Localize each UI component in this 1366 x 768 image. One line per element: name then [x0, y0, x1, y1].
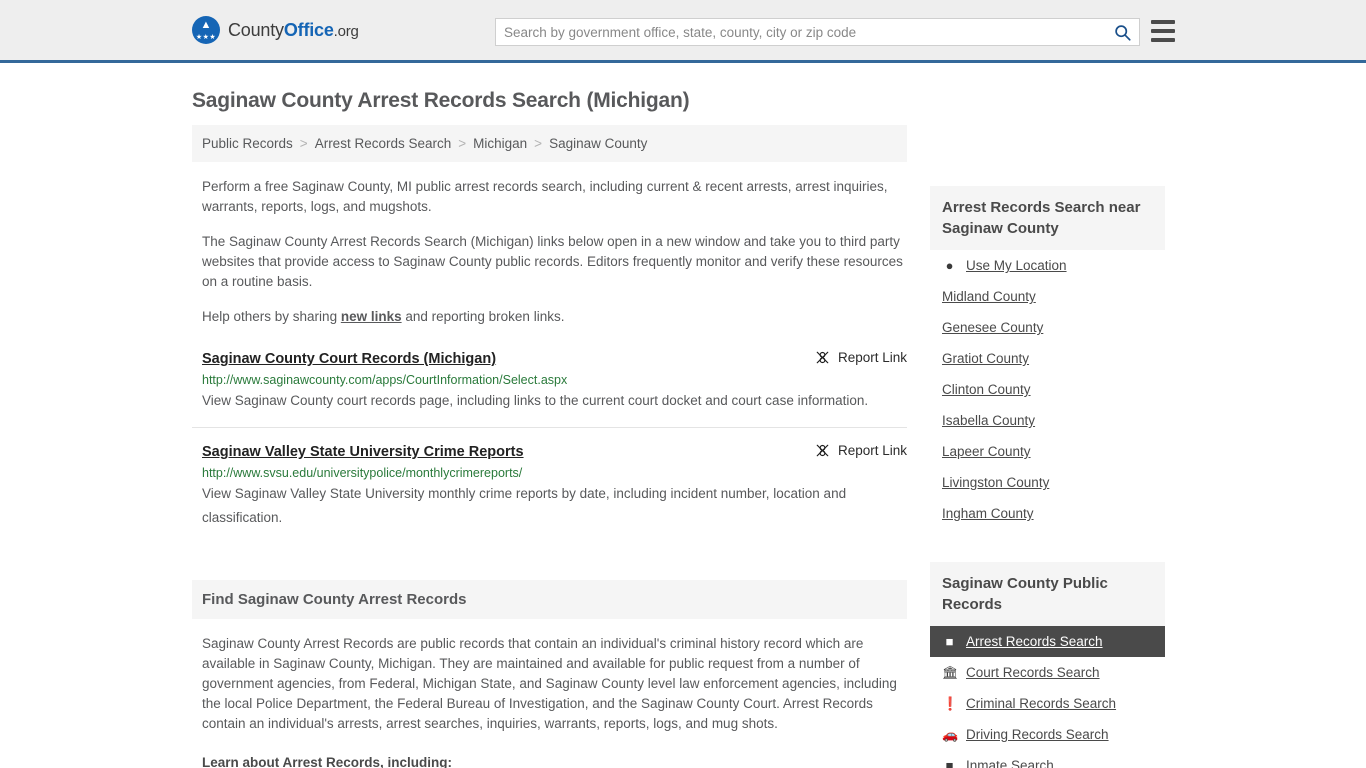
sidebar-item-label[interactable]: Court Records Search [966, 665, 1100, 680]
intro-paragraph-3: Help others by sharing new links and rep… [202, 307, 907, 327]
sidebar-near-list: ● Use My Location Midland County Genesee… [930, 250, 1165, 529]
sidebar-near-panel: Arrest Records Search near Saginaw Count… [930, 186, 1165, 529]
sidebar-public-records-list: ■ Arrest Records Search 🏛 Court Records … [930, 626, 1165, 768]
breadcrumb: Public Records > Arrest Records Search >… [192, 125, 907, 162]
share-text-after: and reporting broken links. [401, 309, 565, 324]
breadcrumb-separator: > [534, 136, 543, 151]
sidebar-item-clinton-county[interactable]: Clinton County [930, 374, 1165, 405]
result-item: Saginaw Valley State University Crime Re… [192, 442, 907, 544]
sidebar-near-heading: Arrest Records Search near Saginaw Count… [930, 186, 1165, 250]
result-title-link[interactable]: Saginaw Valley State University Crime Re… [202, 442, 524, 462]
result-item: Saginaw County Court Records (Michigan) … [192, 349, 907, 428]
sidebar-item-label[interactable]: Midland County [942, 289, 1036, 304]
search-input[interactable] [496, 19, 1105, 45]
sidebar-item-ingham-county[interactable]: Ingham County [930, 498, 1165, 529]
new-links-link[interactable]: new links [341, 309, 402, 324]
sidebar-item-criminal-records-search[interactable]: ❗ Criminal Records Search [930, 688, 1165, 719]
search-bar[interactable] [495, 18, 1140, 46]
sidebar-item-court-records-search[interactable]: 🏛 Court Records Search [930, 657, 1165, 688]
sidebar-item-label[interactable]: Gratiot County [942, 351, 1029, 366]
sidebar-item-genesee-county[interactable]: Genesee County [930, 312, 1165, 343]
sidebar: Arrest Records Search near Saginaw Count… [930, 63, 1165, 768]
intro-paragraph-1: Perform a free Saginaw County, MI public… [202, 179, 888, 214]
page-container: Saginaw County Arrest Records Search (Mi… [0, 63, 1366, 768]
result-title-link[interactable]: Saginaw County Court Records (Michigan) [202, 349, 496, 369]
share-text-before: Help others by sharing [202, 309, 341, 324]
main-content: Saginaw County Arrest Records Search (Mi… [192, 63, 907, 768]
sidebar-item-label[interactable]: Ingham County [942, 506, 1034, 521]
sidebar-item-arrest-records-search[interactable]: ■ Arrest Records Search [930, 626, 1165, 657]
sidebar-item-livingston-county[interactable]: Livingston County [930, 467, 1165, 498]
report-link-label: Report Link [837, 443, 907, 458]
page-title: Saginaw County Arrest Records Search (Mi… [192, 89, 690, 112]
search-icon [1114, 24, 1131, 41]
sidebar-item-gratiot-county[interactable]: Gratiot County [930, 343, 1165, 374]
map-pin-icon: ● [945, 258, 954, 273]
brand-text: CountyOffice.org [228, 20, 359, 41]
find-section-paragraph: Saginaw County Arrest Records are public… [202, 636, 897, 731]
report-link-button[interactable]: Report Link [815, 442, 907, 458]
site-header: ▲ ★★★ CountyOffice.org [0, 0, 1366, 63]
breadcrumb-item-public-records[interactable]: Public Records [202, 136, 293, 151]
eagle-seal-logo-icon: ▲ ★★★ [192, 16, 220, 44]
sidebar-item-label[interactable]: Clinton County [942, 382, 1031, 397]
result-url[interactable]: http://www.svsu.edu/universitypolice/mon… [202, 465, 907, 481]
result-description: View Saginaw Valley State University mon… [202, 486, 847, 525]
sidebar-item-label[interactable]: Isabella County [942, 413, 1035, 428]
intro-paragraph-2: The Saginaw County Arrest Records Search… [202, 234, 903, 289]
sidebar-item-inmate-search[interactable]: ■ Inmate Search [930, 750, 1165, 768]
sidebar-item-label[interactable]: Arrest Records Search [966, 634, 1103, 649]
breadcrumb-separator: > [458, 136, 467, 151]
results-list: Saginaw County Court Records (Michigan) … [192, 349, 907, 544]
report-link-button[interactable]: Report Link [815, 349, 907, 365]
brand-part-3: .org [333, 22, 359, 40]
sidebar-item-isabella-county[interactable]: Isabella County [930, 405, 1165, 436]
sidebar-item-label[interactable]: Driving Records Search [966, 727, 1109, 742]
search-button[interactable] [1105, 19, 1139, 45]
find-section-body: Saginaw County Arrest Records are public… [192, 634, 907, 768]
fingerprint-card-icon: ■ [945, 634, 954, 649]
exclamation-icon: ❗ [942, 696, 959, 711]
sidebar-item-lapeer-county[interactable]: Lapeer County [930, 436, 1165, 467]
sidebar-item-label[interactable]: Criminal Records Search [966, 696, 1116, 711]
sidebar-item-use-my-location[interactable]: ● Use My Location [930, 250, 1165, 281]
jail-icon: ■ [945, 758, 954, 768]
sidebar-item-driving-records-search[interactable]: 🚗 Driving Records Search [930, 719, 1165, 750]
broken-link-icon [816, 351, 829, 364]
broken-link-icon [816, 444, 829, 457]
breadcrumb-separator: > [299, 136, 308, 151]
sidebar-item-label[interactable]: Lapeer County [942, 444, 1031, 459]
sidebar-item-midland-county[interactable]: Midland County [930, 281, 1165, 312]
sidebar-item-label[interactable]: Inmate Search [966, 758, 1054, 768]
find-section-subheading: Learn about Arrest Records, including: [202, 755, 453, 768]
breadcrumb-item-michigan[interactable]: Michigan [473, 136, 527, 151]
car-icon: 🚗 [942, 727, 959, 742]
sidebar-item-label[interactable]: Genesee County [942, 320, 1043, 335]
sidebar-public-records-heading: Saginaw County Public Records [930, 562, 1165, 626]
report-link-label: Report Link [837, 350, 907, 365]
brand-part-2: Office [283, 19, 334, 40]
breadcrumb-item-saginaw-county[interactable]: Saginaw County [549, 136, 647, 151]
sidebar-item-label[interactable]: Livingston County [942, 475, 1049, 490]
breadcrumb-item-arrest-records-search[interactable]: Arrest Records Search [315, 136, 452, 151]
result-url[interactable]: http://www.saginawcounty.com/apps/CourtI… [202, 372, 907, 388]
result-description: View Saginaw County court records page, … [202, 393, 869, 408]
courthouse-icon: 🏛 [942, 665, 959, 680]
sidebar-public-records-panel: Saginaw County Public Records ■ Arrest R… [930, 562, 1165, 768]
find-section-heading: Find Saginaw County Arrest Records [192, 580, 907, 619]
brand-part-1: County [228, 19, 284, 40]
sidebar-item-label[interactable]: Use My Location [966, 258, 1067, 273]
hamburger-menu-icon[interactable] [1151, 20, 1175, 42]
site-logo[interactable]: ▲ ★★★ CountyOffice.org [192, 16, 359, 44]
